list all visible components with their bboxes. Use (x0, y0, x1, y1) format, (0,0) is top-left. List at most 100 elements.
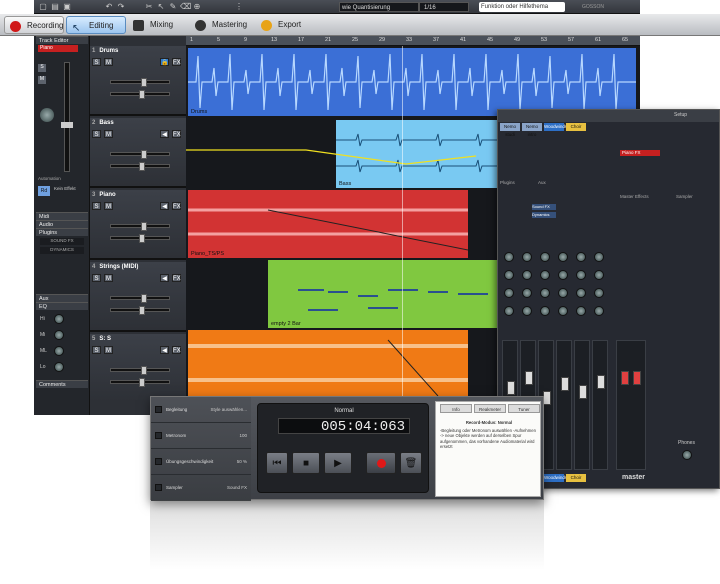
grid-select[interactable]: 1/16 (419, 2, 469, 12)
section-eq[interactable]: EQ (36, 302, 88, 310)
eq-knob[interactable] (576, 288, 586, 298)
master-fader-right[interactable] (633, 371, 641, 385)
lock-icon[interactable]: 🔒 (160, 58, 169, 66)
rd-button[interactable]: Rd (38, 186, 50, 196)
option-row[interactable]: Metronom 100 (151, 423, 251, 449)
record-button[interactable] (366, 452, 396, 474)
volume-fader[interactable] (110, 366, 170, 375)
eq-knob[interactable] (540, 270, 550, 280)
pan-knob[interactable] (40, 108, 54, 122)
solo-button[interactable]: S (38, 64, 46, 72)
volume-fader[interactable] (110, 294, 170, 303)
channel-fader[interactable] (525, 371, 533, 385)
pan-fader[interactable] (110, 234, 170, 243)
mode-editing[interactable]: ↖ Editing (66, 16, 126, 34)
search-input[interactable]: Funktion oder Hilfethema suchen (479, 2, 565, 20)
speaker-icon[interactable]: ◀ (160, 130, 169, 138)
zoom-icon[interactable]: ⊕ (192, 2, 202, 12)
mode-mixing[interactable]: Mixing (128, 16, 188, 34)
new-icon[interactable]: ▢ (38, 2, 48, 12)
channel-fader[interactable] (561, 377, 569, 391)
volume-fader[interactable] (110, 78, 170, 87)
eq-knob[interactable] (54, 330, 64, 340)
pan-knob[interactable] (576, 252, 586, 262)
timeline-ruler[interactable]: 1 5 9 13 17 21 25 29 33 37 41 45 49 53 57 61 65 (186, 36, 640, 46)
undo-icon[interactable]: ↶ (104, 2, 114, 12)
volume-fader[interactable] (61, 122, 73, 128)
mixer-tab[interactable]: Nemo studi (500, 123, 520, 137)
track-name-field[interactable]: Piano (38, 45, 78, 52)
mode-mastering[interactable]: Mastering (190, 16, 254, 34)
eq-knob[interactable] (54, 314, 64, 324)
checkbox[interactable] (155, 406, 162, 413)
eq-knob[interactable] (522, 306, 532, 316)
fx-button[interactable]: FX (172, 274, 181, 282)
tab-tuner[interactable]: Tuner (508, 404, 540, 413)
volume-fader[interactable] (110, 222, 170, 231)
open-icon[interactable]: ▤ (50, 2, 60, 12)
eq-knob[interactable] (576, 306, 586, 316)
fx-button[interactable]: FX (172, 346, 181, 354)
mute-button[interactable]: M (104, 202, 113, 210)
track-header[interactable]: 2 Bass SM ◀ FX (90, 118, 186, 188)
eq-knob[interactable] (504, 270, 514, 280)
option-row[interactable]: Sampler Sound FX (151, 475, 251, 501)
master-fader-left[interactable] (621, 371, 629, 385)
channel-fader[interactable] (543, 391, 551, 405)
mute-button[interactable]: M (104, 130, 113, 138)
speaker-icon[interactable]: ◀ (160, 346, 169, 354)
playhead[interactable] (402, 46, 403, 400)
mute-button[interactable]: M (38, 76, 46, 84)
track-header[interactable]: 5 S: S SM ◀ FX (90, 334, 186, 404)
mixer-tab[interactable]: Woodwinds (544, 123, 567, 131)
stop-button[interactable]: ■ (292, 452, 320, 474)
track-header[interactable]: 3 Piano SM ◀ FX (90, 190, 186, 260)
mute-button[interactable]: M (104, 346, 113, 354)
mute-button[interactable]: M (104, 58, 113, 66)
pan-knob[interactable] (558, 252, 568, 262)
volume-fader[interactable] (110, 150, 170, 159)
effect-slot[interactable]: Dynamics (532, 212, 556, 218)
eq-knob[interactable] (594, 270, 604, 280)
pan-fader[interactable] (110, 90, 170, 99)
pan-fader[interactable] (110, 306, 170, 315)
pointer-icon[interactable]: ↖ (156, 2, 166, 12)
option-value[interactable]: 100 (239, 433, 247, 438)
setup-label[interactable]: Setup (674, 112, 687, 118)
rewind-button[interactable]: ⏮ (266, 452, 288, 474)
audio-clip[interactable]: Drums (188, 48, 636, 116)
phones-knob[interactable] (682, 450, 692, 460)
mixer-tab[interactable]: Woodwinds (544, 474, 567, 482)
channel-fader[interactable] (507, 381, 515, 395)
pan-knob[interactable] (504, 252, 514, 262)
section-audio[interactable]: Audio (36, 220, 88, 228)
mixer-tab[interactable]: Nemo intro (522, 123, 542, 137)
erase-icon[interactable]: ⌫ (180, 2, 191, 12)
audio-clip[interactable]: Piano_TS/PS (188, 190, 468, 258)
eq-knob[interactable] (594, 306, 604, 316)
option-value[interactable]: Style auswählen... (210, 407, 247, 412)
mute-button[interactable]: M (104, 274, 113, 282)
eq-knob[interactable] (54, 362, 64, 372)
eq-knob[interactable] (540, 288, 550, 298)
checkbox[interactable] (155, 432, 162, 439)
tab-peakmeter[interactable]: Reakmeter (474, 404, 506, 413)
mode-export[interactable]: Export (256, 16, 310, 34)
section-comments[interactable]: Comments (36, 380, 88, 388)
channel-fader[interactable] (597, 375, 605, 389)
pencil-icon[interactable]: ✎ (168, 2, 178, 12)
track-header[interactable]: 4 Strings (MIDI) SM ◀ FX (90, 262, 186, 332)
eq-knob[interactable] (504, 306, 514, 316)
option-value[interactable]: Sound FX (227, 485, 247, 490)
eq-knob[interactable] (558, 288, 568, 298)
snap-icon[interactable]: ⋮ (234, 2, 244, 12)
speaker-icon[interactable]: ◀ (160, 202, 169, 210)
speaker-icon[interactable]: ◀ (160, 274, 169, 282)
mixer-tab[interactable]: Choir (566, 123, 586, 131)
mixer-tab[interactable]: Choir (566, 474, 586, 482)
solo-button[interactable]: S (92, 202, 101, 210)
redo-icon[interactable]: ↷ (116, 2, 126, 12)
effect-slot[interactable]: Sound FX (532, 204, 556, 210)
play-button[interactable]: ▶ (324, 452, 352, 474)
eq-knob[interactable] (54, 346, 64, 356)
